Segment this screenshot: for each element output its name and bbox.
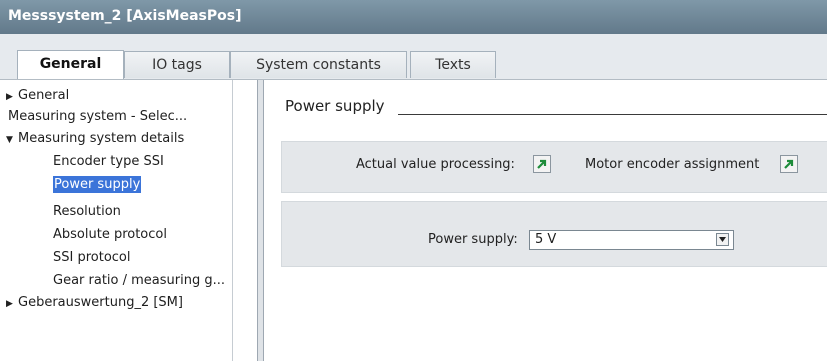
nav-item-measuring-system-details[interactable]: ▼ Measuring system details — [6, 129, 184, 149]
motor-encoder-assignment-label: Motor encoder assignment — [585, 157, 760, 172]
tab-io-tags-label: IO tags — [152, 57, 202, 73]
tab-system-constants[interactable]: System constants — [230, 51, 407, 78]
nav-item-label: Gear ratio / measuring g... — [53, 273, 226, 288]
actual-value-processing-label: Actual value processing: — [356, 157, 515, 172]
tab-texts-label: Texts — [435, 57, 471, 73]
window-titlebar: Messsystem_2 [AxisMeasPos] — [0, 0, 827, 34]
nav-item-label: General — [18, 88, 70, 103]
power-supply-dropdown[interactable]: 5 V — [529, 230, 734, 250]
tab-strip: General IO tags System constants Texts — [0, 34, 827, 80]
nav-item-label: Measuring system details — [18, 131, 185, 146]
nav-item-encoder-type-ssi[interactable]: Encoder type SSI — [53, 152, 164, 172]
power-supply-label: Power supply: — [428, 232, 518, 247]
nav-item-label: SSI protocol — [53, 250, 131, 265]
nav-item-power-supply[interactable]: Power supply — [53, 175, 142, 195]
nav-item-label: Measuring system - Selec... — [8, 109, 188, 124]
nav-item-ssi-protocol[interactable]: SSI protocol — [53, 248, 131, 268]
section-divider — [398, 114, 827, 115]
nav-separator — [232, 80, 233, 361]
triangle-right-icon[interactable]: ▶ — [6, 294, 18, 314]
tab-system-constants-label: System constants — [256, 57, 381, 73]
nav-item-geberauswertung[interactable]: ▶ Geberauswertung_2 [SM] — [6, 293, 183, 313]
triangle-down-icon[interactable]: ▼ — [6, 130, 18, 150]
nav-item-label: Encoder type SSI — [53, 154, 164, 169]
nav-item-measuring-system-selection[interactable]: Measuring system - Selec... — [8, 107, 187, 127]
goto-arrow-icon[interactable] — [533, 155, 551, 173]
goto-arrow-icon[interactable] — [780, 155, 798, 173]
nav-item-label: Geberauswertung_2 [SM] — [18, 295, 183, 310]
nav-item-label: Absolute protocol — [53, 227, 167, 242]
tab-general[interactable]: General — [17, 50, 124, 79]
nav-item-resolution[interactable]: Resolution — [53, 202, 121, 222]
tab-texts[interactable]: Texts — [410, 51, 496, 78]
nav-item-label: Resolution — [53, 204, 121, 219]
section-title: Power supply — [285, 97, 385, 115]
tab-general-label: General — [39, 56, 102, 72]
pane-splitter[interactable] — [257, 80, 264, 361]
nav-item-gear-ratio[interactable]: Gear ratio / measuring g... — [53, 271, 225, 291]
tab-io-tags[interactable]: IO tags — [124, 51, 230, 78]
triangle-right-icon[interactable]: ▶ — [6, 87, 18, 107]
nav-item-absolute-protocol[interactable]: Absolute protocol — [53, 225, 167, 245]
nav-item-general[interactable]: ▶ General — [6, 86, 69, 106]
chevron-down-icon[interactable] — [716, 233, 729, 246]
window-title: Messsystem_2 [AxisMeasPos] — [8, 8, 242, 24]
nav-item-label: Power supply — [53, 176, 142, 193]
power-supply-value: 5 V — [535, 232, 557, 247]
